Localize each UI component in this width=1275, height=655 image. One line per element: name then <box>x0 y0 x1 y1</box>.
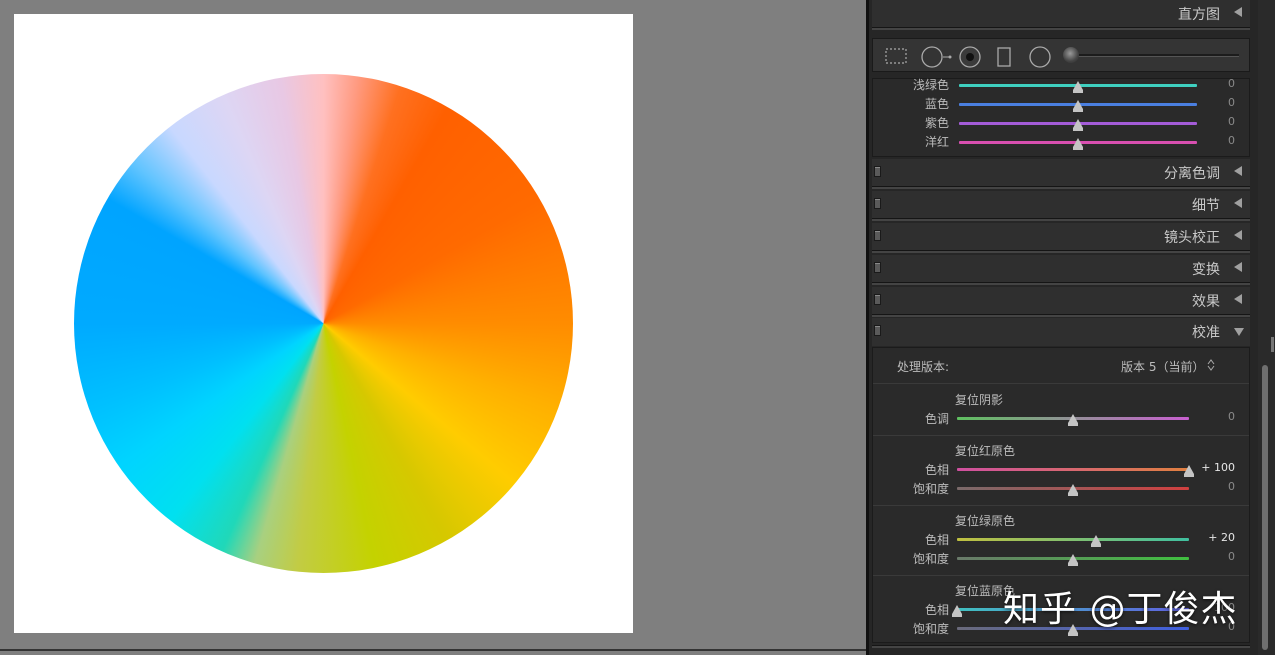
hsl-row-label: 蓝色 <box>924 97 949 111</box>
calibration-panel-header[interactable]: 校准 <box>872 318 1250 346</box>
graduated-filter-icon[interactable] <box>995 46 1015 68</box>
panel-separator <box>872 27 1250 30</box>
collapsed-panel-header[interactable]: 效果 <box>872 287 1250 315</box>
shadow-tint-slider-value[interactable]: 0 <box>1195 410 1235 423</box>
panel-separator <box>872 250 1250 253</box>
collapsed-panel-header[interactable]: 细节 <box>872 191 1250 219</box>
process-version-select[interactable]: 版本 5（当前） <box>1121 358 1204 375</box>
crop-icon[interactable] <box>883 46 909 66</box>
calibration-header-label: 校准 <box>1192 325 1220 341</box>
panel-toggle-switch[interactable] <box>874 294 881 305</box>
collapse-triangle-icon[interactable] <box>1234 294 1242 304</box>
filmstrip-divider <box>0 649 866 651</box>
panel-toggle-switch[interactable] <box>874 198 881 209</box>
scrollbar-thumb[interactable] <box>1262 365 1268 650</box>
panel-separator <box>872 218 1250 221</box>
red-hue-slider-thumb[interactable] <box>1184 465 1194 477</box>
blue-hue-slider-label: 色相 <box>924 603 949 617</box>
red-hue-slider-label: 色相 <box>924 463 949 477</box>
histogram-panel-header[interactable]: 直方图 <box>872 0 1250 28</box>
red-eye-icon[interactable] <box>957 46 983 68</box>
brush-icon[interactable] <box>1063 47 1079 63</box>
hsl-panel-section: 浅绿色 0 蓝色 0 紫色 0 洋红 0 <box>872 77 1250 157</box>
hsl-row-label: 浅绿色 <box>912 78 949 92</box>
panel-toggle-switch[interactable] <box>874 262 881 273</box>
photo-image <box>14 14 633 633</box>
collapse-triangle-icon[interactable] <box>1234 230 1242 240</box>
panel-header-label: 细节 <box>1192 198 1220 214</box>
shadow-tint-slider-thumb[interactable] <box>1068 414 1078 426</box>
panel-separator <box>872 314 1250 317</box>
panel-separator <box>872 186 1250 189</box>
hsl-row-label: 紫色 <box>924 116 949 130</box>
shadow-tint-slider-label: 色调 <box>924 412 949 426</box>
collapsed-panel-header[interactable]: 镜头校正 <box>872 223 1250 251</box>
collapse-triangle-icon[interactable] <box>1234 198 1242 208</box>
green-hue-slider-value[interactable]: + 20 <box>1195 531 1235 544</box>
histogram-header-label: 直方图 <box>1178 7 1220 23</box>
panel-header-label: 效果 <box>1192 294 1220 310</box>
red-hue-slider-track[interactable] <box>957 468 1189 471</box>
collapse-triangle-icon[interactable] <box>1234 262 1242 272</box>
section-divider <box>873 575 1249 576</box>
hsl-row-value[interactable]: 0 <box>1195 77 1235 90</box>
hsl-row-slider-thumb[interactable] <box>1073 138 1083 150</box>
brush-size-track[interactable] <box>1069 54 1239 57</box>
tool-strip <box>872 38 1250 72</box>
panel-toggle-switch[interactable] <box>874 230 881 241</box>
green-saturation-slider-value[interactable]: 0 <box>1195 550 1235 563</box>
collapsed-panel-header[interactable]: 变换 <box>872 255 1250 283</box>
panel-header-label: 变换 <box>1192 262 1220 278</box>
scrollbar-arrow[interactable] <box>1271 337 1274 352</box>
green-saturation-slider-label: 饱和度 <box>912 552 949 566</box>
spot-removal-icon[interactable] <box>919 46 953 68</box>
collapse-triangle-icon[interactable] <box>1234 7 1242 17</box>
red-saturation-slider-value[interactable]: 0 <box>1195 480 1235 493</box>
hsl-row-value[interactable]: 0 <box>1195 134 1235 147</box>
green-hue-slider-thumb[interactable] <box>1091 535 1102 547</box>
section-divider <box>873 383 1249 384</box>
panel-header-label: 分离色调 <box>1164 166 1220 182</box>
primary-reset-label[interactable]: 复位阴影 <box>955 391 1003 408</box>
panel-separator <box>872 282 1250 285</box>
hsl-row-value[interactable]: 0 <box>1195 115 1235 128</box>
panel-header-label: 镜头校正 <box>1164 230 1220 246</box>
process-version-label: 处理版本: <box>897 360 950 374</box>
section-divider <box>873 435 1249 436</box>
panel-toggle-switch[interactable] <box>874 325 881 336</box>
green-saturation-slider-thumb[interactable] <box>1068 554 1078 566</box>
blue-saturation-slider-label: 饱和度 <box>912 622 949 636</box>
photo-canvas-area[interactable] <box>0 0 866 655</box>
red-saturation-slider-thumb[interactable] <box>1068 484 1078 496</box>
primary-reset-label[interactable]: 复位绿原色 <box>955 512 1015 529</box>
hsl-row-slider-thumb[interactable] <box>1073 119 1083 131</box>
section-divider <box>873 505 1249 506</box>
red-saturation-slider-label: 饱和度 <box>912 482 949 496</box>
green-hue-slider-track[interactable] <box>957 538 1189 541</box>
blue-hue-slider-thumb[interactable] <box>952 605 962 617</box>
green-hue-slider-label: 色相 <box>924 533 949 547</box>
hsl-row-value[interactable]: 0 <box>1195 96 1235 109</box>
panel-toggle-switch[interactable] <box>874 166 881 177</box>
expand-triangle-icon[interactable] <box>1234 328 1244 336</box>
red-hue-slider-value[interactable]: + 100 <box>1195 461 1235 474</box>
collapse-triangle-icon[interactable] <box>1234 166 1242 176</box>
select-stepper-icon[interactable] <box>1207 359 1215 371</box>
hsl-row-slider-thumb[interactable] <box>1073 81 1083 93</box>
hsl-row-label: 洋红 <box>924 135 949 149</box>
hsl-row-slider-thumb[interactable] <box>1073 100 1083 112</box>
watermark-text: 知乎 @丁俊杰 <box>1003 589 1238 630</box>
radial-filter-icon[interactable] <box>1027 46 1053 68</box>
primary-reset-label[interactable]: 复位红原色 <box>955 442 1015 459</box>
color-wheel-image <box>74 74 573 573</box>
panel-separator <box>872 645 1250 648</box>
collapsed-panel-header[interactable]: 分离色调 <box>872 159 1250 187</box>
